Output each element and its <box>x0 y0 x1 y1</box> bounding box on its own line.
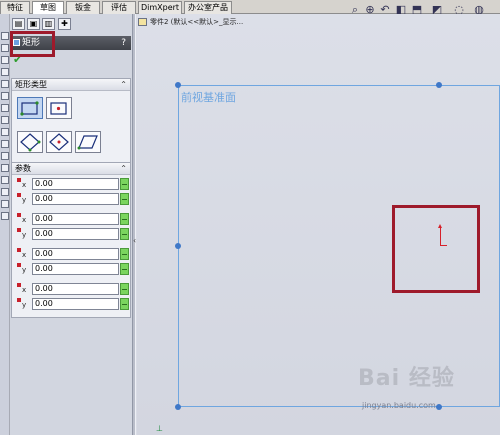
point-tool-icon[interactable] <box>1 92 9 100</box>
collapse-chevron-icon[interactable]: ⌃ <box>120 79 127 91</box>
manager-tabs: ▤ ▣ ▥ ✚ <box>10 14 132 32</box>
param-y2-input[interactable]: 0.00 <box>32 228 119 240</box>
fillet-tool-icon[interactable] <box>1 152 9 160</box>
center-rectangle-button[interactable] <box>46 97 72 119</box>
3point-corner-rectangle-button[interactable] <box>17 131 43 153</box>
point-x-icon: x <box>17 283 30 295</box>
param-y1-input[interactable]: 0.00 <box>32 193 119 205</box>
param-y3-input[interactable]: 0.00 <box>32 263 119 275</box>
spin-button[interactable] <box>120 283 129 295</box>
spin-button[interactable] <box>120 298 129 310</box>
point-y-icon: y <box>17 193 30 205</box>
tab-office-products[interactable]: 办公室产品 <box>184 1 232 14</box>
mirror-tool-icon[interactable] <box>1 176 9 184</box>
parameters-group: 参数 ⌃ x 0.00 y 0.00 x 0.00 y 0.00 x 0.00 <box>11 162 131 318</box>
part-icon <box>138 18 147 26</box>
spin-button[interactable] <box>120 178 129 190</box>
param-row: x 0.00 <box>12 247 132 261</box>
tab-evaluate[interactable]: 评估 <box>102 1 136 14</box>
relations-tool-icon[interactable] <box>1 212 9 220</box>
property-manager: ▤ ▣ ▥ ✚ 矩形 ? ✔ 矩形类型 ⌃ 参数 ⌃ x 0.00 y 0.00… <box>10 14 132 435</box>
rectangle-type-title: 矩形类型 <box>15 80 47 89</box>
tab-features[interactable]: 特征 <box>0 1 30 14</box>
offset-tool-icon[interactable] <box>1 188 9 196</box>
slot-tool-icon[interactable] <box>1 116 9 124</box>
watermark-url: jingyan.baidu.com <box>362 401 436 410</box>
tab-sheet-metal[interactable]: 钣金 <box>66 1 100 14</box>
origin-x-axis <box>440 245 447 246</box>
text-tool-icon[interactable] <box>1 140 9 148</box>
plane-handle[interactable] <box>175 82 181 88</box>
origin-y-axis <box>440 227 441 246</box>
param-x1-input[interactable]: 0.00 <box>32 178 119 190</box>
pattern-tool-icon[interactable] <box>1 200 9 208</box>
sketch-toolbar-strip <box>0 14 10 435</box>
part-name: 零件2 (默认<<默认>_显示... <box>150 18 244 26</box>
point-x-icon: x <box>17 213 30 225</box>
polygon-tool-icon[interactable] <box>1 128 9 136</box>
corner-rectangle-icon <box>20 101 39 116</box>
spin-button[interactable] <box>120 248 129 260</box>
spin-button[interactable] <box>120 228 129 240</box>
param-y4-input[interactable]: 0.00 <box>32 298 119 310</box>
panel-splitter[interactable] <box>132 14 136 435</box>
plane-handle[interactable] <box>436 82 442 88</box>
point-x-icon: x <box>17 178 30 190</box>
param-row: y 0.00 <box>12 227 132 241</box>
rectangle-type-group: 矩形类型 ⌃ <box>11 78 131 163</box>
spline-tool-icon[interactable] <box>1 80 9 88</box>
watermark: Bai 经验 jingyan.baidu.com <box>358 360 498 415</box>
param-row: x 0.00 <box>12 177 132 191</box>
reference-triad-icon: ⊥ <box>156 424 163 433</box>
param-row: y 0.00 <box>12 297 132 311</box>
center-rectangle-icon <box>50 102 67 115</box>
feature-tree-flyout[interactable]: 零件2 (默认<<默认>_显示... <box>138 16 288 28</box>
spin-button[interactable] <box>120 213 129 225</box>
parameters-header[interactable]: 参数 ⌃ <box>12 163 130 175</box>
tab-dimxpert[interactable]: DimXpert <box>138 1 182 14</box>
centerline-tool-icon[interactable] <box>1 104 9 112</box>
parallelogram-button[interactable] <box>75 131 101 153</box>
trim-tool-icon[interactable] <box>1 164 9 172</box>
plane-handle[interactable] <box>175 404 181 410</box>
watermark-logo: Bai 经验 <box>358 366 455 391</box>
rectangle-type-header[interactable]: 矩形类型 ⌃ <box>12 79 130 91</box>
property-manager-tab-icon[interactable]: ▣ <box>27 18 40 30</box>
3point-center-rectangle-button[interactable] <box>46 131 72 153</box>
plane-label: 前视基准面 <box>181 91 236 104</box>
point-y-icon: y <box>17 298 30 310</box>
point-y-icon: y <box>17 263 30 275</box>
point-x-icon: x <box>17 248 30 260</box>
spin-button[interactable] <box>120 193 129 205</box>
3point-center-rectangle-icon <box>49 133 69 151</box>
title-highlight-box <box>10 31 55 57</box>
point-y-icon: y <box>17 228 30 240</box>
3point-corner-rectangle-icon <box>20 133 41 152</box>
splitter-grip-icon[interactable]: ‹ <box>133 236 136 248</box>
param-row: y 0.00 <box>12 262 132 276</box>
param-row: x 0.00 <box>12 212 132 226</box>
corner-rectangle-button[interactable] <box>17 97 43 119</box>
parameters-title: 参数 <box>15 164 31 173</box>
rectangle-tool-icon[interactable] <box>1 44 9 52</box>
collapse-chevron-icon[interactable]: ⌃ <box>120 163 127 175</box>
parallelogram-icon <box>77 135 98 150</box>
circle-tool-icon[interactable] <box>1 56 9 64</box>
tab-sketch[interactable]: 草图 <box>32 1 64 15</box>
param-x3-input[interactable]: 0.00 <box>32 248 119 260</box>
origin-highlight-box <box>392 205 480 293</box>
plane-handle[interactable] <box>175 243 181 249</box>
param-row: x 0.00 <box>12 282 132 296</box>
configuration-tab-icon[interactable]: ▥ <box>42 18 55 30</box>
help-button[interactable]: ? <box>121 36 126 50</box>
line-tool-icon[interactable] <box>1 32 9 40</box>
param-row: y 0.00 <box>12 192 132 206</box>
feature-tree-tab-icon[interactable]: ▤ <box>12 18 25 30</box>
param-x4-input[interactable]: 0.00 <box>32 283 119 295</box>
dimxpert-tab-icon[interactable]: ✚ <box>58 18 71 30</box>
spin-button[interactable] <box>120 263 129 275</box>
arc-tool-icon[interactable] <box>1 68 9 76</box>
param-x2-input[interactable]: 0.00 <box>32 213 119 225</box>
